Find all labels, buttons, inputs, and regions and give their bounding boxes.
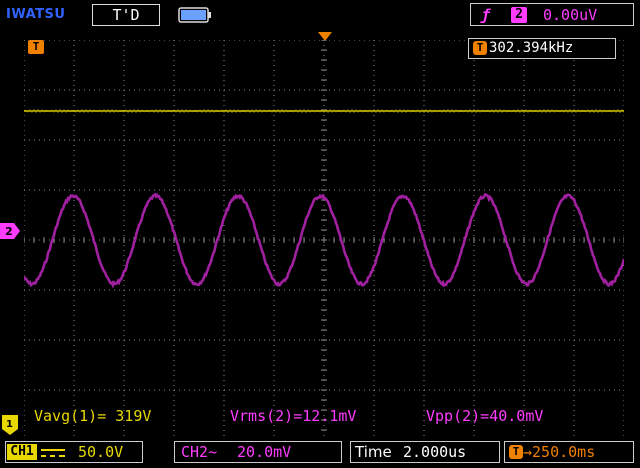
ch2-ground-marker-icon[interactable]: 2 bbox=[0, 223, 20, 239]
battery-icon bbox=[178, 7, 211, 23]
trigger-settings-box[interactable]: ƒ 2 0.00uV bbox=[470, 3, 634, 26]
time-scale: 2.000us bbox=[403, 443, 467, 461]
svg-text:1: 1 bbox=[6, 419, 13, 430]
top-status-bar: IWATSU T'D ƒ 2 0.00uV bbox=[0, 0, 640, 30]
frequency-value: 302.394kHz bbox=[489, 40, 574, 56]
trigger-state-indicator: T'D bbox=[92, 4, 160, 26]
ch1-label: CH1 bbox=[7, 444, 37, 460]
measurement-ch2-rms: Vrms(2)=12.1mV bbox=[230, 407, 357, 425]
ch2-settings[interactable]: CH2~ 20.0mV bbox=[174, 441, 342, 463]
ch2-scale: 20.0mV bbox=[237, 443, 292, 461]
timebase-settings[interactable]: Time 2.000us bbox=[350, 441, 500, 463]
trigger-delay-value: →250.0ms bbox=[523, 443, 596, 461]
frequency-counter: T 302.394kHz bbox=[468, 38, 616, 59]
svg-text:2: 2 bbox=[5, 225, 13, 238]
rising-edge-icon: ƒ bbox=[481, 6, 491, 24]
ch2-label: CH2~ bbox=[181, 443, 218, 461]
brand-logo: IWATSU bbox=[6, 7, 66, 22]
trigger-source-badge: 2 bbox=[511, 7, 527, 23]
trigger-delay-icon: T bbox=[509, 445, 523, 459]
ch1-scale: 50.0V bbox=[78, 443, 124, 461]
ch1-settings[interactable]: CH1 50.0V bbox=[5, 441, 143, 463]
waveform-display bbox=[24, 40, 624, 440]
trigger-freq-icon: T bbox=[473, 41, 487, 55]
measurement-ch2-pp: Vpp(2)=40.0mV bbox=[426, 407, 544, 425]
trigger-delay-settings[interactable]: T →250.0ms bbox=[504, 441, 634, 463]
measurement-ch1-avg: Vavg(1)= 319V bbox=[34, 407, 152, 425]
dc-coupling-icon bbox=[41, 449, 65, 457]
time-label: Time bbox=[355, 443, 392, 461]
trigger-level: 0.00uV bbox=[543, 6, 598, 24]
ch1-ground-marker-icon[interactable]: 1 bbox=[2, 415, 18, 435]
bottom-status-bar: CH1 50.0V CH2~ 20.0mV Time 2.000us T →25… bbox=[0, 437, 640, 468]
ch1-trace bbox=[24, 109, 624, 113]
